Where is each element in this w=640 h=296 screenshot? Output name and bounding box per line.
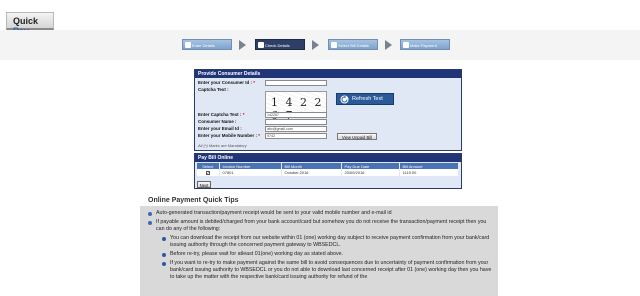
step-number-box	[185, 42, 191, 48]
enter-captcha-label: Enter Captcha Text : *	[198, 112, 245, 117]
view-unpaid-bill-button[interactable]: View Unpaid Bill	[337, 133, 377, 140]
row-select-cell: ✓	[197, 169, 220, 176]
quick-pay-tab[interactable]: Quick Pay	[6, 12, 54, 36]
bill-table: Select Invoice Number Bill Month Pay Due…	[197, 163, 459, 176]
tip-item: If payable amount is debited/charged fro…	[148, 219, 492, 233]
refresh-label: Refresh Text	[352, 96, 383, 102]
due-cell: 20/09/2016	[341, 169, 400, 176]
refresh-icon	[340, 95, 349, 104]
consumer-id-label: Enter your Consumer Id : *	[198, 80, 256, 85]
mandatory-note: All (*) Marks are Mandatory	[198, 143, 247, 148]
consumer-name-input[interactable]	[265, 119, 327, 125]
email-label: Enter your Email Id :	[198, 126, 242, 131]
step-number-box	[331, 42, 337, 48]
tab-title-prefix: Quick	[13, 16, 39, 26]
progress-steps: Enter Details Check Details Select Bill …	[0, 30, 640, 60]
step-number-box	[403, 42, 409, 48]
tip-subitem: Before re-try, please wait for atleast 0…	[162, 251, 492, 258]
mobile-field[interactable]: 9742	[265, 133, 327, 139]
arrow-right-icon	[385, 40, 392, 50]
step-number-box	[258, 42, 264, 48]
consumer-details-form: Provide Consumer Details Enter your Cons…	[194, 69, 462, 151]
captcha-input[interactable]: 142267	[265, 112, 327, 118]
pay-bill-panel: Pay Bill Online Select Invoice Number Bi…	[194, 153, 462, 189]
mobile-label: Enter your Mobile Number : *	[198, 133, 261, 138]
tip-subitem: You can download the receipt from our we…	[162, 235, 492, 249]
step-label: Make Payment	[410, 43, 437, 48]
captcha-label: Captcha Text :	[198, 87, 229, 92]
step-make-payment: Make Payment	[400, 39, 450, 50]
tip-item: Auto-generated transaction/payment recei…	[148, 210, 492, 217]
select-checkbox[interactable]: ✓	[205, 171, 210, 175]
step-enter-details: Enter Details	[182, 39, 232, 50]
amount-cell: 1115.00	[399, 169, 459, 176]
arrow-right-icon	[312, 40, 319, 50]
email-field[interactable]: abc@gmail.com	[265, 126, 327, 132]
step-check-details: Check Details	[255, 39, 305, 50]
invoice-cell: 07801	[219, 169, 282, 176]
form-heading: Provide Consumer Details	[195, 70, 461, 78]
next-button[interactable]: Next	[197, 181, 211, 188]
month-cell: October,2016	[281, 169, 342, 176]
step-label: Check Details	[265, 43, 290, 48]
step-select-bill-details: Select Bill Details	[328, 39, 378, 50]
pay-bill-heading: Pay Bill Online	[195, 154, 461, 162]
consumer-name-label: Consumer Name :	[198, 119, 237, 124]
refresh-captcha-button[interactable]: Refresh Text	[336, 93, 394, 105]
tips-box: Auto-generated transaction/payment recei…	[140, 206, 498, 296]
table-row: ✓ 07801 October,2016 20/09/2016 1115.00	[197, 169, 459, 176]
arrow-right-icon	[239, 40, 246, 50]
tips-title: Online Payment Quick Tips	[148, 197, 239, 204]
tip-subitem: If you want to re-try to make payment ag…	[162, 260, 492, 281]
captcha-image: 1 4 2 2 6 7	[265, 91, 327, 122]
consumer-id-input[interactable]	[265, 80, 327, 86]
step-label: Select Bill Details	[338, 43, 369, 48]
step-label: Enter Details	[192, 43, 215, 48]
